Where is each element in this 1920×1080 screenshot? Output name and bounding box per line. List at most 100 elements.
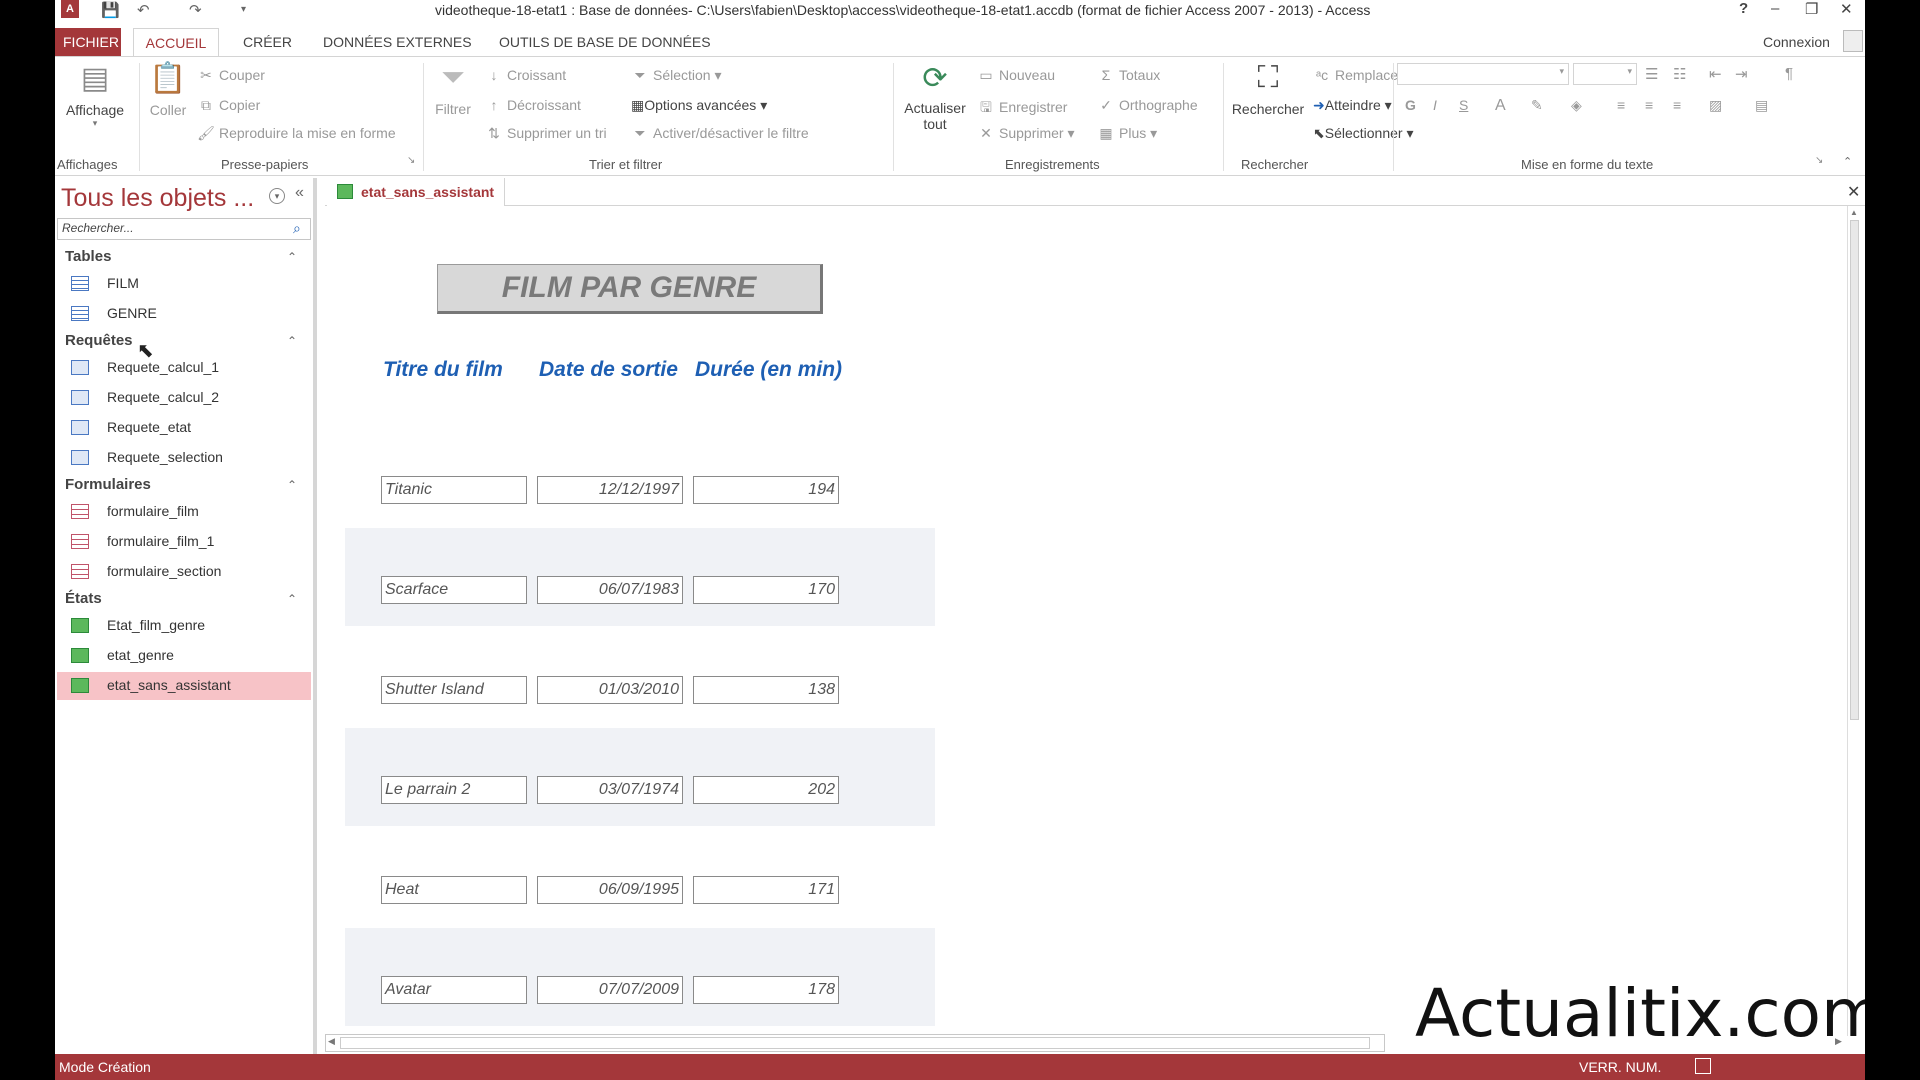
cell-duree[interactable]: 171: [693, 876, 839, 904]
save-icon[interactable]: 💾: [101, 1, 120, 19]
tab-fichier[interactable]: FICHIER: [55, 28, 121, 56]
collapse-pane-icon[interactable]: «: [295, 184, 304, 202]
nav-item-genre[interactable]: GENRE: [57, 300, 311, 328]
coller-button[interactable]: 📋 Coller: [143, 61, 193, 151]
rechercher-button[interactable]: ⛶ Rechercher: [1227, 61, 1309, 151]
tab-donnees-externes[interactable]: DONNÉES EXTERNES: [315, 28, 480, 56]
dialog-launcher-icon[interactable]: ↘: [407, 155, 415, 166]
account-link[interactable]: Connexion: [1755, 28, 1838, 56]
affichage-button[interactable]: ▤ Affichage ▾: [57, 61, 133, 151]
vertical-scrollbar[interactable]: ▲: [1847, 206, 1861, 1036]
supprimer-button[interactable]: ✕ Supprimer ▾: [977, 125, 1074, 142]
selection-button[interactable]: ⏷ Sélection ▾: [631, 67, 721, 84]
nav-item-requete-selection[interactable]: Requete_selection: [57, 444, 311, 472]
collapse-section-icon[interactable]: ⌃: [287, 592, 297, 606]
cell-duree[interactable]: 170: [693, 576, 839, 604]
numbering-icon[interactable]: ☷: [1673, 65, 1686, 83]
column-header-titre[interactable]: Titre du film: [383, 358, 503, 382]
font-family-select[interactable]: ▾: [1397, 63, 1569, 85]
gridlines-icon[interactable]: ▤: [1755, 97, 1768, 114]
cell-titre[interactable]: Heat: [381, 876, 527, 904]
section-formulaires[interactable]: Formulaires: [65, 476, 151, 493]
cell-date[interactable]: 06/07/1983: [537, 576, 683, 604]
totaux-button[interactable]: Σ Totaux: [1097, 67, 1161, 83]
croissant-button[interactable]: ↓ Croissant: [485, 67, 567, 83]
bullets-icon[interactable]: ☰: [1645, 65, 1658, 83]
nav-search-input[interactable]: Rechercher...: [57, 218, 311, 240]
tab-outils-base[interactable]: OUTILS DE BASE DE DONNÉES: [491, 28, 719, 56]
bold-button[interactable]: G: [1405, 97, 1416, 113]
nav-item-formulaire-film-1[interactable]: formulaire_film_1: [57, 528, 311, 556]
font-color-button[interactable]: A: [1495, 97, 1506, 115]
nav-item-requete-calcul-2[interactable]: Requete_calcul_2: [57, 384, 311, 412]
cell-date[interactable]: 12/12/1997: [537, 476, 683, 504]
nav-item-requete-etat[interactable]: Requete_etat: [57, 414, 311, 442]
collapse-section-icon[interactable]: ⌃: [287, 334, 297, 348]
atteindre-button[interactable]: ➜Atteindre ▾: [1313, 97, 1392, 114]
nav-item-formulaire-film[interactable]: formulaire_film: [57, 498, 311, 526]
cell-date[interactable]: 06/09/1995: [537, 876, 683, 904]
collapse-ribbon-icon[interactable]: ⌃: [1843, 155, 1852, 168]
avatar-icon[interactable]: [1843, 30, 1863, 52]
cell-duree[interactable]: 178: [693, 976, 839, 1004]
column-header-duree[interactable]: Durée (en min): [695, 358, 842, 382]
tab-creer[interactable]: CRÉER: [235, 28, 300, 56]
plus-button[interactable]: ▦ Plus ▾: [1097, 125, 1157, 142]
remplacer-button[interactable]: ᵃc Remplacer: [1313, 67, 1403, 83]
decrease-indent-icon[interactable]: ⇤: [1709, 65, 1722, 83]
cell-titre[interactable]: Avatar: [381, 976, 527, 1004]
underline-button[interactable]: S: [1459, 97, 1468, 113]
couper-button[interactable]: ✂ Couper: [197, 67, 265, 84]
collapse-section-icon[interactable]: ⌃: [287, 478, 297, 492]
cell-date[interactable]: 03/07/1974: [537, 776, 683, 804]
cell-duree[interactable]: 138: [693, 676, 839, 704]
cell-titre[interactable]: Titanic: [381, 476, 527, 504]
tab-etat-sans-assistant[interactable]: etat_sans_assistant: [327, 178, 506, 206]
cell-date[interactable]: 07/07/2009: [537, 976, 683, 1004]
reproduire-button[interactable]: 🖌 Reproduire la mise en forme: [197, 125, 396, 142]
scroll-thumb[interactable]: [1850, 220, 1859, 720]
undo-icon[interactable]: ↶: [137, 1, 150, 19]
activer-filtre-button[interactable]: ⏷ Activer/désactiver le filtre: [631, 125, 808, 142]
close-document-icon[interactable]: ✕: [1847, 182, 1860, 202]
redo-icon[interactable]: ↷: [189, 1, 202, 19]
fill-color-icon[interactable]: ◈: [1571, 97, 1582, 114]
cell-duree[interactable]: 202: [693, 776, 839, 804]
nav-item-requete-calcul-1[interactable]: Requete_calcul_1: [57, 354, 311, 382]
align-left-icon[interactable]: ≡: [1617, 97, 1625, 113]
scroll-thumb[interactable]: [340, 1037, 1370, 1049]
restore-button[interactable]: ❐: [1805, 0, 1818, 18]
highlight-icon[interactable]: ✎: [1531, 97, 1543, 114]
nav-item-formulaire-section[interactable]: formulaire_section: [57, 558, 311, 586]
cell-titre[interactable]: Shutter Island: [381, 676, 527, 704]
nav-pane-header[interactable]: Tous les objets ...: [61, 184, 254, 213]
scroll-up-icon[interactable]: ▲: [1850, 208, 1858, 217]
copier-button[interactable]: ⧉ Copier: [197, 97, 260, 114]
align-right-icon[interactable]: ≡: [1673, 97, 1681, 113]
search-icon[interactable]: ⌕: [293, 220, 301, 237]
section-tables[interactable]: Tables: [65, 248, 111, 265]
nav-item-etat-sans-assistant[interactable]: etat_sans_assistant: [57, 672, 311, 700]
selectionner-button[interactable]: ⬉Sélectionner ▾: [1313, 125, 1413, 142]
align-center-icon[interactable]: ≡: [1645, 97, 1653, 113]
nav-item-etat-film-genre[interactable]: Etat_film_genre: [57, 612, 311, 640]
column-header-date[interactable]: Date de sortie: [539, 358, 678, 382]
cell-duree[interactable]: 194: [693, 476, 839, 504]
increase-indent-icon[interactable]: ⇥: [1735, 65, 1748, 83]
decroissant-button[interactable]: ↑ Décroissant: [485, 97, 581, 113]
report-title[interactable]: FILM PAR GENRE: [437, 264, 823, 314]
options-avancees-button[interactable]: ▦Options avancées ▾: [631, 97, 767, 114]
supprimer-tri-button[interactable]: ⇅ Supprimer un tri: [485, 125, 606, 142]
nav-menu-dropdown-icon[interactable]: ▾: [269, 188, 285, 204]
filtrer-button[interactable]: ⏷ Filtrer: [427, 61, 479, 151]
cell-titre[interactable]: Le parrain 2: [381, 776, 527, 804]
nouveau-button[interactable]: ▭ Nouveau: [977, 67, 1055, 84]
cell-date[interactable]: 01/03/2010: [537, 676, 683, 704]
minimize-button[interactable]: –: [1771, 0, 1779, 17]
horizontal-scrollbar[interactable]: ◀: [325, 1034, 1385, 1052]
section-etats[interactable]: États: [65, 590, 102, 607]
background-color-icon[interactable]: ▨: [1709, 97, 1722, 114]
customize-quick-access-icon[interactable]: ▾: [241, 4, 246, 15]
paragraph-direction-icon[interactable]: ¶: [1785, 65, 1793, 82]
enregistrer-button[interactable]: 🖫 Enregistrer: [977, 97, 1067, 121]
